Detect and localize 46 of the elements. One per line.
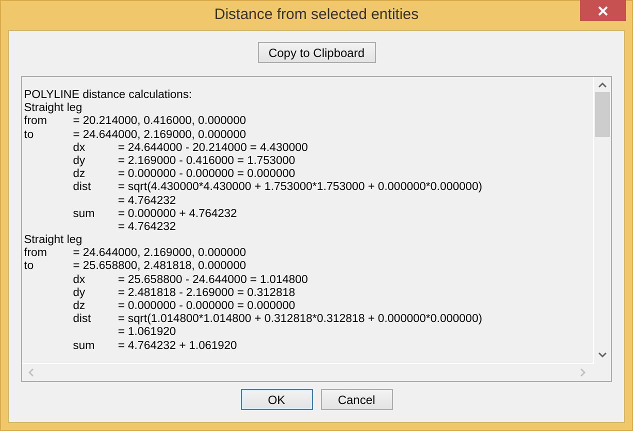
close-icon [598, 6, 608, 16]
field-value: = 2.481818 - 2.169000 = 0.312818 [118, 286, 296, 300]
field-value: = 25.658800 - 24.644000 = 1.014800 [118, 274, 308, 287]
field-label: from [24, 247, 48, 260]
field-value: = 0.000000 - 0.000000 = 0.000000 [118, 300, 296, 314]
field-label: to [24, 260, 35, 274]
window-title: Distance from selected entities [214, 6, 419, 23]
field-value: = 1.061920 [118, 326, 176, 340]
field-label: to [24, 128, 35, 142]
field-value: = 4.764232 [118, 220, 176, 234]
output-line: POLYLINE distance calculations: [24, 89, 192, 102]
field-value: = 0.000000 + 4.764232 [118, 208, 237, 221]
field-value: = sqrt(1.014800*1.014800 + 0.312818*0.312818 + 0.000000*0.000000) [118, 313, 482, 326]
output-line: Straight leg [24, 102, 82, 116]
scroll-thumb[interactable] [595, 92, 610, 137]
field-value: = 25.658800, 2.481818, 0.000000 [73, 260, 246, 274]
field-value: = 4.764232 [118, 194, 176, 208]
cancel-button[interactable]: Cancel [320, 389, 392, 410]
scroll-down-icon[interactable] [598, 352, 607, 358]
field-label: sum [73, 208, 96, 221]
field-value: = 24.644000, 2.169000, 0.000000 [73, 247, 246, 260]
field-label: dz [73, 168, 86, 182]
field-label: dx [73, 142, 86, 155]
output-line: Straight leg [24, 234, 82, 248]
ok-button[interactable]: OK [240, 389, 312, 410]
field-label: dist [73, 181, 92, 194]
copy-button[interactable]: Copy to Clipboard [258, 42, 376, 63]
field-label: dx [73, 274, 86, 287]
field-label: from [24, 115, 48, 129]
field-label: dy [73, 154, 86, 168]
field-value: = 20.214000, 0.416000, 0.000000 [73, 115, 246, 129]
field-value: = sqrt(4.430000*4.430000 + 1.753000*1.753000 + 0.000000*0.000000) [118, 181, 482, 194]
field-label: dz [73, 300, 86, 314]
field-value: = 0.000000 - 0.000000 = 0.000000 [118, 168, 296, 182]
scroll-left-icon[interactable] [28, 368, 34, 377]
field-value: = 24.644000, 2.169000, 0.000000 [73, 128, 246, 142]
scroll-up-icon[interactable] [598, 82, 607, 88]
field-value: = 4.764232 + 1.061920 [118, 340, 237, 353]
field-value: = 24.644000 - 20.214000 = 4.430000 [118, 142, 308, 155]
field-label: dy [73, 286, 86, 300]
field-label: sum [73, 340, 96, 353]
field-value: = 2.169000 - 0.416000 = 1.753000 [118, 154, 296, 168]
field-label: dist [73, 313, 92, 326]
close-button[interactable] [580, 0, 626, 21]
output-text-area[interactable] [22, 77, 594, 364]
scroll-right-icon[interactable] [580, 368, 586, 377]
